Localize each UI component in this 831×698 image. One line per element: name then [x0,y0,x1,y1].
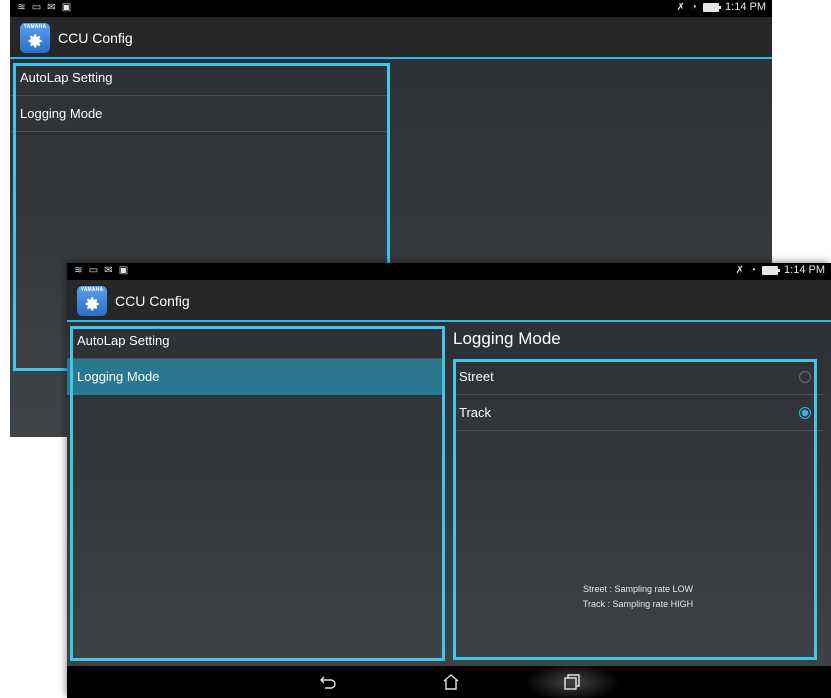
track-radio[interactable] [799,407,811,419]
panel-heading: Logging Mode [453,329,561,348]
option-street[interactable]: Street [453,359,823,395]
recents-icon [564,674,580,690]
battery-icon [703,2,722,12]
street-radio[interactable] [799,371,811,383]
menu-item-logging-mode[interactable]: Logging Mode [10,96,387,132]
app-title: CCU Config [115,293,190,309]
wifi-signal-icon: ◔ [690,1,698,13]
option-label: Track [459,405,492,420]
recents-button[interactable] [562,672,582,692]
sampling-rate-help: Street : Sampling rate LOW Track : Sampl… [453,582,823,612]
notification-icons: ≋ ▭ ✉ ▣ [73,264,129,276]
tray-icon: ▭ [31,1,42,13]
option-label: Street [459,369,494,384]
menu-item-logging-mode[interactable]: Logging Mode [67,359,444,395]
home-button[interactable] [441,672,461,692]
gear-icon [28,34,42,48]
home-icon [443,674,459,690]
muted-icon: ✗ [676,1,685,13]
menu-item-autolap-setting[interactable]: AutoLap Setting [10,60,387,96]
wifi-signal-icon: ◔ [749,264,757,276]
app-icon[interactable]: YAMAHA [20,23,50,53]
status-time: 1:14 PM [784,264,825,276]
settings-menu: AutoLap Setting Logging Mode [67,323,444,698]
gear-icon [85,297,99,311]
image-icon: ▣ [61,1,72,13]
action-bar: YAMAHA CCU Config [10,17,772,59]
logging-mode-options: Street Track Street : Sampling rate LOW … [453,359,823,666]
system-status: ✗ ◔ 1:14 PM [736,264,825,276]
mail-icon: ✉ [104,264,113,276]
mail-icon: ✉ [47,1,56,13]
muted-icon: ✗ [735,264,744,276]
wifi-icon: ≋ [74,264,83,276]
notification-icons: ≋ ▭ ✉ ▣ [16,1,72,13]
app-title: CCU Config [58,30,133,46]
status-time: 1:14 PM [725,1,766,13]
wifi-icon: ≋ [17,1,26,13]
back-icon [320,676,336,689]
front-screen: ≋ ▭ ✉ ▣ ✗ ◔ 1:14 PM YAMAHA CCU Config Au… [67,263,831,698]
menu-item-autolap-setting[interactable]: AutoLap Setting [67,323,444,359]
tray-icon: ▭ [88,264,99,276]
back-button[interactable] [318,672,338,692]
brand-label: YAMAHA [80,287,104,293]
system-status: ✗ ◔ 1:14 PM [677,1,766,13]
brand-label: YAMAHA [23,24,47,30]
logging-mode-panel: Logging Mode Street Track Street : Sampl… [445,323,831,670]
battery-icon [762,265,781,275]
action-bar: YAMAHA CCU Config [67,280,831,322]
app-icon[interactable]: YAMAHA [77,286,107,316]
help-line-street: Street : Sampling rate LOW [582,584,694,594]
image-icon: ▣ [118,264,129,276]
option-track[interactable]: Track [453,395,823,431]
status-bar: ≋ ▭ ✉ ▣ ✗ ◔ 1:14 PM [10,0,772,17]
navigation-bar [67,662,831,698]
help-line-track: Track : Sampling rate HIGH [582,599,694,609]
status-bar: ≋ ▭ ✉ ▣ ✗ ◔ 1:14 PM [67,263,831,280]
